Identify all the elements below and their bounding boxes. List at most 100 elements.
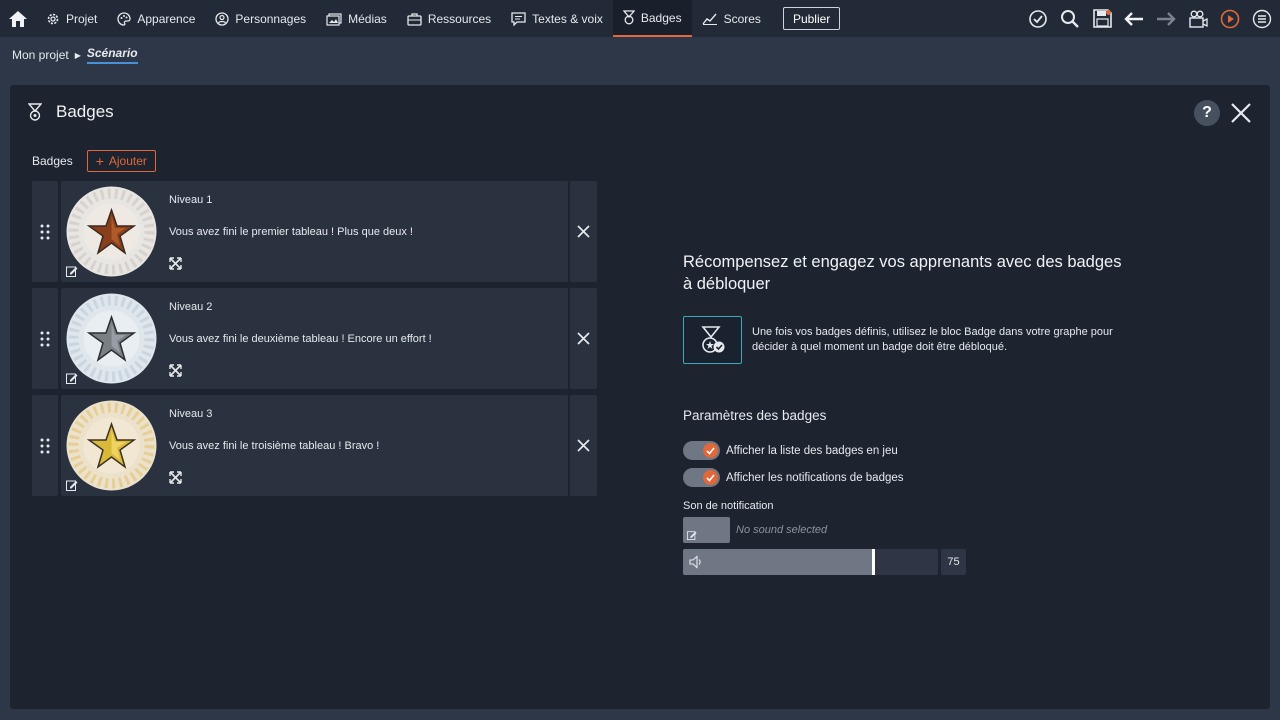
close-icon xyxy=(1231,103,1251,123)
toggle-label: Afficher la liste des badges en jeu xyxy=(726,444,898,457)
chart-icon xyxy=(702,13,717,25)
palette-icon xyxy=(117,11,132,26)
drag-handle[interactable] xyxy=(32,288,58,389)
badge-description: Vous avez fini le deuxième tableau ! Enc… xyxy=(169,333,432,345)
toggle-label: Afficher les notifications de badges xyxy=(726,471,904,484)
check-icon xyxy=(706,446,715,455)
bronze-star-badge-image[interactable] xyxy=(66,186,157,277)
tab-label: Médias xyxy=(348,11,387,26)
delete-badge-button[interactable] xyxy=(570,181,597,282)
sound-value: No sound selected xyxy=(736,524,828,536)
tab-label: Ressources xyxy=(427,11,492,26)
video-camera-icon xyxy=(1189,10,1208,28)
silver-star-badge-image[interactable] xyxy=(66,293,157,384)
check-circle-icon xyxy=(1029,9,1047,28)
tab-label: Textes & voix xyxy=(532,11,603,26)
settings-title: Paramètres des badges xyxy=(683,408,827,423)
toolbar xyxy=(1026,0,1274,37)
home-button[interactable] xyxy=(0,0,36,37)
close-icon xyxy=(577,439,590,452)
edit-icon[interactable] xyxy=(66,479,78,491)
badge-card[interactable]: Niveau 1 Vous avez fini le premier table… xyxy=(61,181,568,282)
play-icon xyxy=(1220,9,1240,28)
info-text: Une fois vos badges définis, utilisez le… xyxy=(752,326,1113,353)
panel-header: Badges xyxy=(28,102,114,122)
volume-value: 75 xyxy=(941,549,966,575)
top-bar: Projet Apparence Personnages Médias Ress… xyxy=(0,0,1280,37)
gear-icon xyxy=(47,13,59,24)
tab-badges[interactable]: Badges xyxy=(612,0,692,37)
tab-textes-voix[interactable]: Textes & voix xyxy=(501,0,613,37)
help-button[interactable]: ? xyxy=(1194,100,1220,126)
tab-label: Personnages xyxy=(235,11,307,26)
toggle-badge-notifications[interactable] xyxy=(683,468,720,487)
edit-icon[interactable] xyxy=(66,372,78,384)
tab-ressources[interactable]: Ressources xyxy=(397,0,501,37)
validate-button[interactable] xyxy=(1026,7,1050,31)
tab-medias[interactable]: Médias xyxy=(316,0,397,37)
close-panel-button[interactable] xyxy=(1228,100,1254,126)
menu-icon xyxy=(1252,9,1272,28)
unsaved-dot xyxy=(1106,9,1111,15)
chat-icon xyxy=(511,11,526,26)
gold-star-badge-image[interactable] xyxy=(66,400,157,491)
tab-label: Badges xyxy=(640,10,682,25)
tab-scores[interactable]: Scores xyxy=(692,0,771,37)
arrow-right-icon xyxy=(1157,11,1176,26)
delete-badge-button[interactable] xyxy=(570,288,597,389)
drag-handle[interactable] xyxy=(32,181,58,282)
search-button[interactable] xyxy=(1058,7,1082,31)
shuffle-icon[interactable] xyxy=(169,364,182,377)
panel-title: Badges xyxy=(56,102,114,121)
volume-slider[interactable] xyxy=(683,549,938,575)
caret-right-icon: ▶ xyxy=(74,50,81,60)
badge-description: Vous avez fini le premier tableau ! Plus… xyxy=(169,226,413,238)
badge-list-header: Badges + Ajouter xyxy=(32,150,156,172)
search-icon xyxy=(1061,9,1079,28)
arrow-left-icon xyxy=(1124,11,1143,26)
tab-projet[interactable]: Projet xyxy=(36,0,107,37)
tab-apparence[interactable]: Apparence xyxy=(107,0,205,37)
plus-icon: + xyxy=(95,153,104,169)
toggle-knob xyxy=(703,443,718,458)
menu-button[interactable] xyxy=(1250,7,1274,31)
camera-button[interactable] xyxy=(1186,7,1210,31)
save-button[interactable] xyxy=(1090,7,1114,31)
publish-button[interactable]: Publier xyxy=(782,7,841,30)
main-nav: Projet Apparence Personnages Médias Ress… xyxy=(36,0,841,37)
edit-icon[interactable] xyxy=(66,265,78,277)
speaker-icon xyxy=(689,555,701,569)
shuffle-icon[interactable] xyxy=(169,257,182,270)
badge-card[interactable]: Niveau 3 Vous avez fini le troisième tab… xyxy=(61,395,568,496)
tab-personnages[interactable]: Personnages xyxy=(205,0,316,37)
edit-icon xyxy=(687,531,697,540)
medal-icon xyxy=(622,10,635,25)
breadcrumb: Mon projet ▶ Scénario xyxy=(12,46,138,64)
breadcrumb-current[interactable]: Scénario xyxy=(86,46,138,64)
drag-handle-icon xyxy=(40,438,50,453)
play-button[interactable] xyxy=(1218,7,1242,31)
medal-icon xyxy=(28,103,42,121)
volume-thumb[interactable] xyxy=(872,549,875,575)
sound-picker-button[interactable] xyxy=(683,517,730,543)
redo-button[interactable] xyxy=(1154,7,1178,31)
delete-badge-button[interactable] xyxy=(570,395,597,496)
breadcrumb-root[interactable]: Mon projet xyxy=(12,48,69,62)
badge-list-label: Badges xyxy=(32,154,73,168)
badge-card[interactable]: Niveau 2 Vous avez fini le deuxième tabl… xyxy=(61,288,568,389)
toggle-row-badge-notifications: Afficher les notifications de badges xyxy=(683,468,904,487)
shuffle-icon[interactable] xyxy=(169,471,182,484)
undo-button[interactable] xyxy=(1122,7,1146,31)
toggle-badge-list[interactable] xyxy=(683,441,720,460)
sound-label: Son de notification xyxy=(683,500,774,512)
tab-label: Scores xyxy=(723,11,761,26)
badges-panel: Badges ? Badges + Ajouter Niveau 1 Vous … xyxy=(10,85,1270,709)
badge-description: Vous avez fini le troisième tableau ! Br… xyxy=(169,440,380,452)
badge-name: Niveau 3 xyxy=(169,408,213,420)
add-badge-button[interactable]: + Ajouter xyxy=(86,150,156,172)
drag-handle-icon xyxy=(40,331,50,346)
check-icon xyxy=(706,473,715,482)
drag-handle[interactable] xyxy=(32,395,58,496)
badge-row: Niveau 2 Vous avez fini le deuxième tabl… xyxy=(32,288,597,389)
volume-fill xyxy=(683,549,874,575)
